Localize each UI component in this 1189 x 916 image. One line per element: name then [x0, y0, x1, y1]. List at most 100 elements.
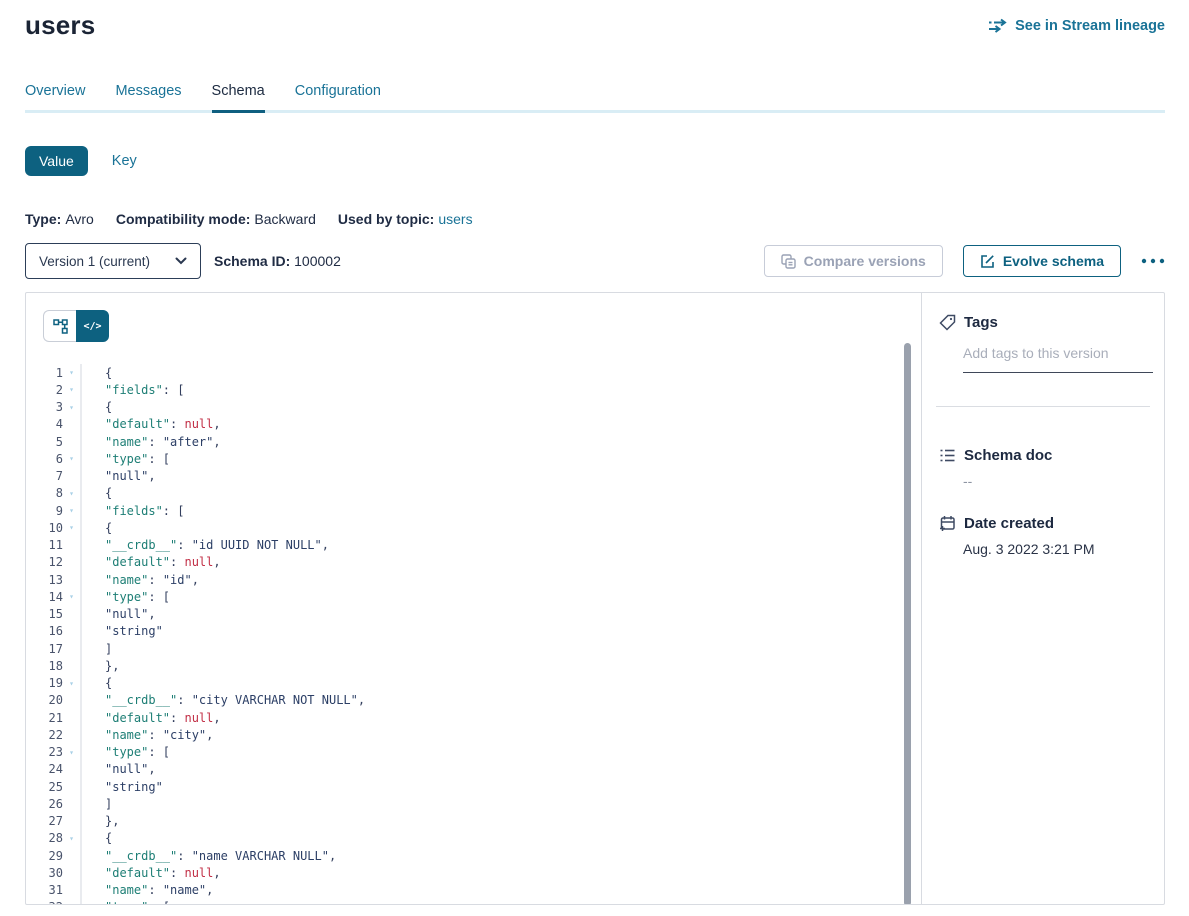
evolve-schema-label: Evolve schema [1003, 253, 1104, 269]
schema-panel: </> 1▾{2▾ "fields": [3▾ {4 "default": nu… [25, 292, 1165, 905]
tab-schema[interactable]: Schema [212, 83, 265, 113]
code-line: 8▾ { [26, 485, 921, 502]
tab-messages[interactable]: Messages [115, 83, 181, 113]
meta-value: Backward [254, 211, 315, 227]
code-line-content: "default": null, [80, 416, 921, 433]
see-in-stream-lineage-link[interactable]: See in Stream lineage [988, 18, 1165, 34]
code-line-content: "type": [ [80, 588, 921, 605]
line-number: 19 [26, 676, 63, 690]
meta-label: Compatibility mode: [116, 211, 251, 227]
schema-doc-header: Schema doc [939, 447, 1150, 464]
viewer-mode-toggle: </> [43, 310, 109, 342]
meta-used-by-topic: Used by topic:users [338, 211, 473, 227]
code-line: 27 }, [26, 813, 921, 830]
page-title: users [25, 10, 95, 41]
fold-toggle-icon[interactable]: ▾ [63, 592, 80, 601]
fold-toggle-icon[interactable]: ▾ [63, 368, 80, 377]
version-toolbar: Version 1 (current) Schema ID: 100002 [25, 243, 1165, 279]
evolve-schema-button[interactable]: Evolve schema [963, 245, 1121, 277]
edit-icon [980, 254, 995, 269]
code-line-content: { [80, 519, 921, 536]
code-line: 3▾ { [26, 399, 921, 416]
stream-lineage-icon [988, 18, 1007, 33]
chevron-down-icon [175, 257, 187, 265]
more-actions-button[interactable] [1141, 258, 1165, 264]
code-line: 5 "name": "after", [26, 433, 921, 450]
fold-toggle-icon[interactable]: ▾ [63, 523, 80, 532]
meta-label: Used by topic: [338, 211, 434, 227]
code-line-content: "default": null, [80, 709, 921, 726]
date-created-value: Aug. 3 2022 3:21 PM [963, 541, 1150, 557]
code-view-button[interactable]: </> [76, 310, 109, 342]
code-line: 10▾ { [26, 519, 921, 536]
tab-overview[interactable]: Overview [25, 83, 85, 113]
code-line-content: "name": "after", [80, 433, 921, 450]
schema-meta-row: Type:AvroCompatibility mode:BackwardUsed… [25, 211, 1165, 227]
code-line: 18 }, [26, 657, 921, 674]
schema-doc-title: Schema doc [964, 447, 1052, 464]
code-line: 13 "name": "id", [26, 571, 921, 588]
key-toggle-button[interactable]: Key [112, 153, 137, 169]
fold-toggle-icon[interactable]: ▾ [63, 834, 80, 843]
code-line-content: { [80, 364, 921, 381]
code-line: 31 "name": "name", [26, 882, 921, 899]
code-line: 30 "default": null, [26, 864, 921, 881]
tree-view-button[interactable] [43, 310, 76, 342]
date-created-title: Date created [964, 515, 1054, 532]
fold-toggle-icon[interactable]: ▾ [63, 385, 80, 394]
line-number: 3 [26, 400, 63, 414]
fold-toggle-icon[interactable]: ▾ [63, 903, 80, 905]
tab-bar: Overview Messages Schema Configuration [25, 83, 1165, 113]
value-toggle-button[interactable]: Value [25, 146, 88, 176]
calendar-plus-icon [939, 515, 956, 532]
add-tags-input[interactable] [963, 345, 1153, 373]
code-line-content: "string" [80, 623, 921, 640]
line-number: 10 [26, 521, 63, 535]
code-line: 4 "default": null, [26, 416, 921, 433]
schema-code-editor[interactable]: 1▾{2▾ "fields": [3▾ {4 "default": null,5… [26, 364, 921, 905]
vertical-scrollbar-thumb[interactable] [904, 343, 911, 905]
code-line-content: "name": "city", [80, 726, 921, 743]
code-line: 1▾{ [26, 364, 921, 381]
line-number: 25 [26, 780, 63, 794]
line-number: 8 [26, 486, 63, 500]
meta-label: Type: [25, 211, 61, 227]
code-line-content: "__crdb__": "name VARCHAR NULL", [80, 847, 921, 864]
fold-toggle-icon[interactable]: ▾ [63, 679, 80, 688]
code-line: 16 "string" [26, 623, 921, 640]
code-line: 15 "null", [26, 606, 921, 623]
schema-id-value: 100002 [294, 253, 341, 269]
tab-configuration[interactable]: Configuration [295, 83, 381, 113]
code-line: 22 "name": "city", [26, 726, 921, 743]
code-line-content: "string" [80, 778, 921, 795]
schema-doc-value: -- [963, 473, 1150, 489]
code-line-content: "type": [ [80, 744, 921, 761]
code-line: 25 "string" [26, 778, 921, 795]
fold-toggle-icon[interactable]: ▾ [63, 403, 80, 412]
code-line-content: "__crdb__": "id UUID NOT NULL", [80, 537, 921, 554]
line-number: 7 [26, 469, 63, 483]
line-number: 24 [26, 762, 63, 776]
fold-toggle-icon[interactable]: ▾ [63, 489, 80, 498]
line-number: 16 [26, 624, 63, 638]
code-line: 32▾ "type": [ [26, 899, 921, 905]
compare-versions-button[interactable]: Compare versions [764, 245, 943, 277]
meta-value-link[interactable]: users [438, 211, 472, 227]
code-line: 26 ] [26, 795, 921, 812]
date-created-header: Date created [939, 515, 1150, 532]
version-select[interactable]: Version 1 (current) [25, 243, 201, 279]
schema-id: Schema ID: 100002 [214, 253, 341, 269]
code-line-content: "fields": [ [80, 381, 921, 398]
code-line: 2▾ "fields": [ [26, 381, 921, 398]
code-line: 28▾ { [26, 830, 921, 847]
fold-toggle-icon[interactable]: ▾ [63, 748, 80, 757]
fold-toggle-icon[interactable]: ▾ [63, 506, 80, 515]
fold-toggle-icon[interactable]: ▾ [63, 454, 80, 463]
line-number: 21 [26, 711, 63, 725]
code-line: 20 "__crdb__": "city VARCHAR NOT NULL", [26, 692, 921, 709]
line-number: 31 [26, 883, 63, 897]
code-line-content: "null", [80, 606, 921, 623]
code-line-content: "default": null, [80, 864, 921, 881]
code-line-content: "type": [ [80, 899, 921, 905]
line-number: 4 [26, 417, 63, 431]
